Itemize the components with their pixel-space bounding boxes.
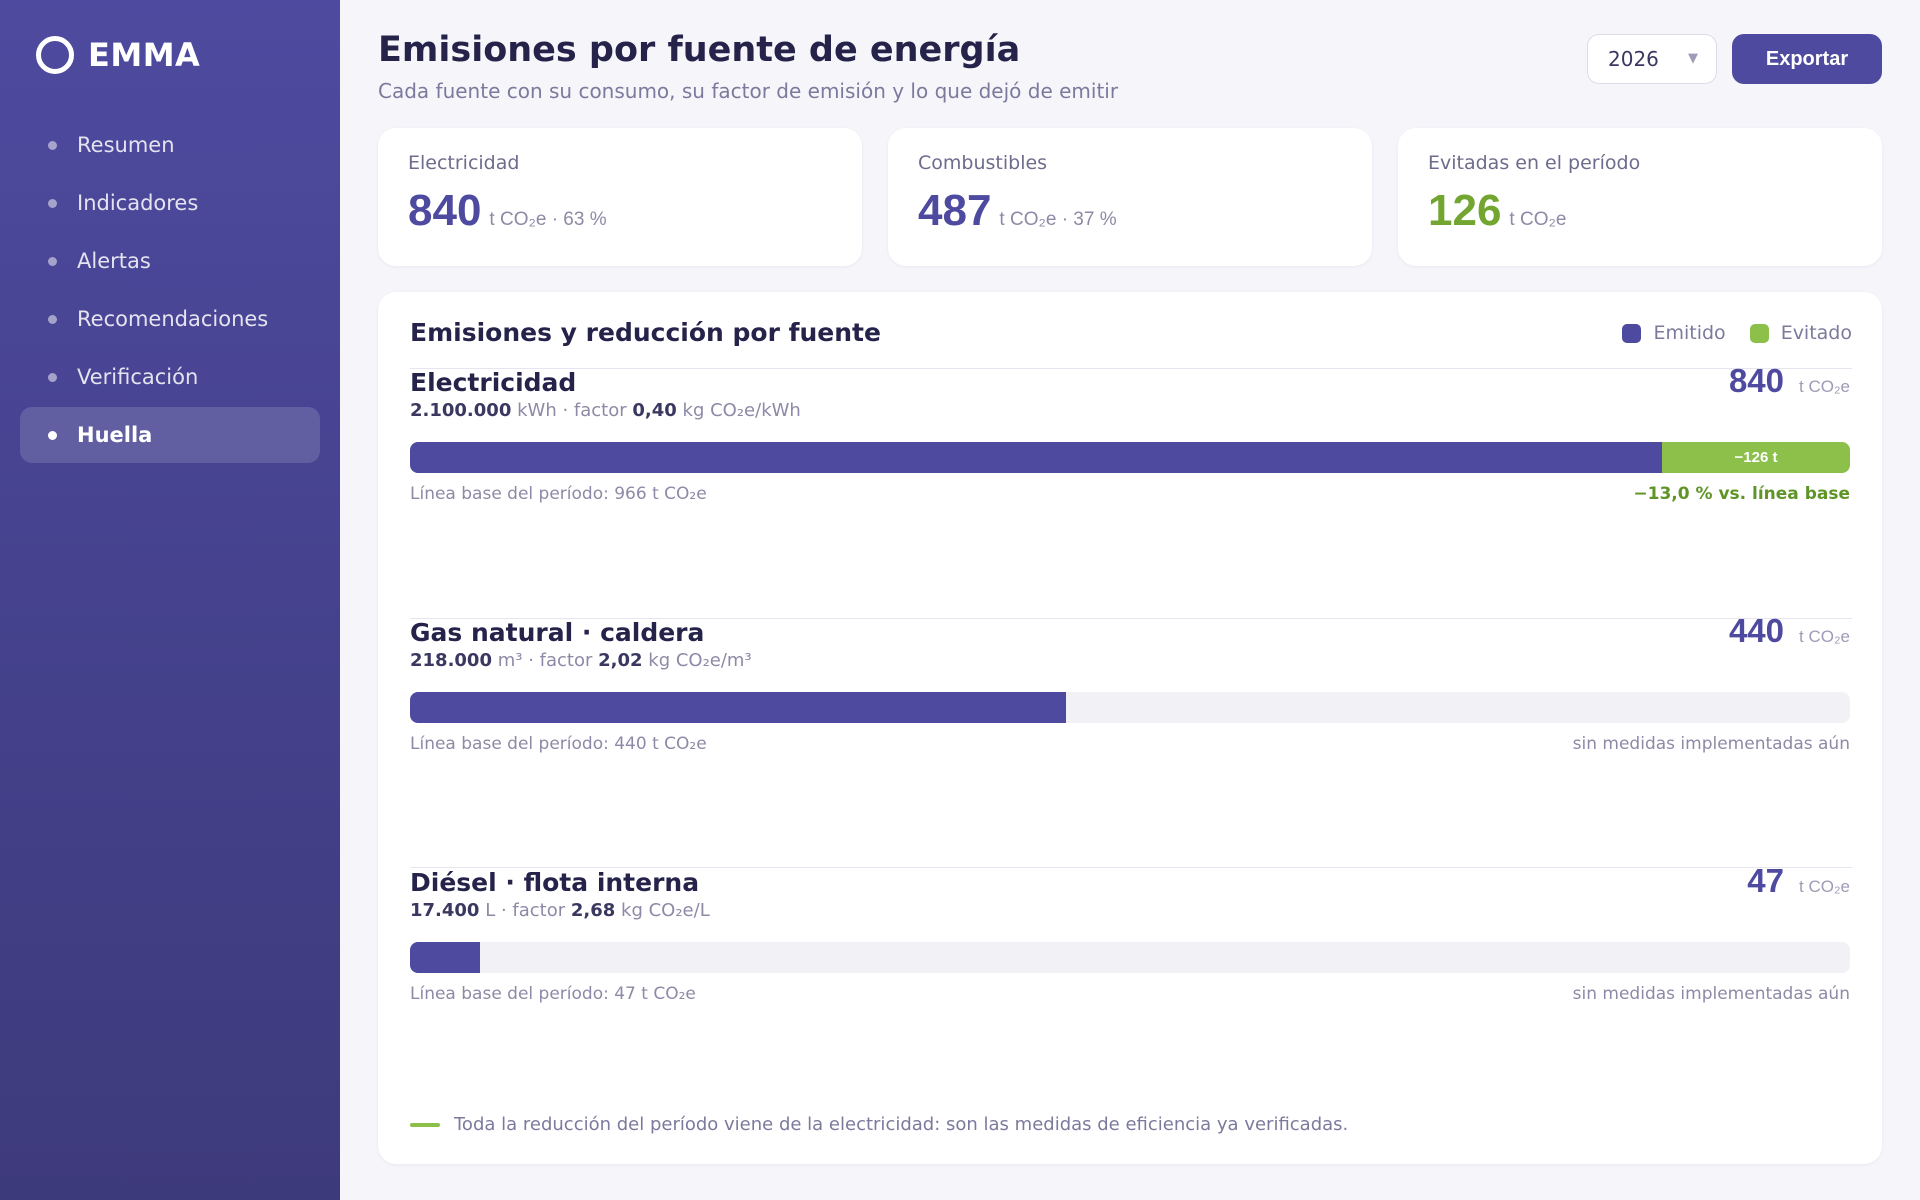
export-button[interactable]: Exportar: [1732, 34, 1882, 84]
source-name: Electricidad: [410, 368, 577, 397]
factor-value: 2,68: [570, 900, 616, 921]
sidebar-item-label: Recomendaciones: [77, 307, 269, 331]
source-meta: 2.100.000 kWh · factor 0,40 kg CO₂e/kWh: [410, 400, 801, 421]
bar-track: [410, 692, 1850, 723]
bullet-icon: [48, 140, 57, 150]
bullet-icon: [48, 372, 57, 382]
sidebar: EMMA Resumen Indicadores Alertas Recomen…: [0, 0, 340, 1200]
source-total: 47 t CO₂e: [1747, 862, 1850, 900]
bar-avoided: −126 t: [1662, 442, 1850, 473]
logo-ring-icon: [36, 36, 74, 74]
page-subtitle: Cada fuente con su consumo, su factor de…: [378, 79, 1119, 103]
sidebar-item-recomendaciones[interactable]: Recomendaciones: [20, 291, 320, 347]
bar-track: −126 t: [410, 442, 1850, 473]
source-meta: 17.400 L · factor 2,68 kg CO₂e/L: [410, 900, 710, 921]
sidebar-nav: Resumen Indicadores Alertas Recomendacio…: [20, 117, 320, 465]
sidebar-item-label: Resumen: [77, 133, 175, 157]
source-total-unit: t CO₂e: [1799, 877, 1850, 896]
source-name: Diésel · flota interna: [410, 868, 700, 897]
source-total-unit: t CO₂e: [1799, 627, 1850, 646]
source-electricidad: Electricidad 2.100.000 kWh · factor 0,40…: [410, 232, 1850, 504]
bullet-icon: [48, 198, 57, 208]
bar-emitted: [410, 442, 1662, 473]
consumption-value: 218.000: [410, 650, 492, 671]
source-total-unit: t CO₂e: [1799, 377, 1850, 396]
source-gas-natural: Gas natural · caldera 218.000 m³ · facto…: [410, 482, 1850, 754]
kpi-value: 840: [408, 186, 482, 235]
year-select[interactable]: 2026 ▼: [1587, 34, 1717, 84]
source-name: Gas natural · caldera: [410, 618, 705, 647]
consumption-unit: L: [485, 900, 496, 921]
sidebar-item-resumen[interactable]: Resumen: [20, 117, 320, 173]
kpi-value: 126: [1428, 186, 1502, 235]
source-total-value: 47: [1747, 862, 1784, 899]
source-note: sin medidas implementadas aún: [1572, 984, 1850, 1004]
sidebar-item-label: Verificación: [77, 365, 199, 389]
kpi-unit: t CO₂e · 63 %: [489, 209, 607, 230]
kpi-unit: t CO₂e: [1509, 209, 1567, 230]
factor-label: factor: [573, 400, 627, 421]
factor-unit: kg CO₂e/m³: [648, 650, 752, 671]
bar-emitted: [410, 942, 480, 973]
green-line-icon: [410, 1122, 440, 1127]
kpi-label: Evitadas en el período: [1428, 152, 1641, 174]
bar-track: [410, 942, 1850, 973]
year-value: 2026: [1608, 47, 1659, 71]
sidebar-item-label: Indicadores: [77, 191, 199, 215]
source-baseline: Línea base del período: 47 t CO₂e: [410, 984, 696, 1004]
source-total: 840 t CO₂e: [1729, 362, 1850, 400]
bar-emitted: [410, 692, 1066, 723]
brand-name: EMMA: [88, 36, 201, 74]
bullet-icon: [48, 256, 57, 266]
sidebar-item-indicadores[interactable]: Indicadores: [20, 175, 320, 231]
emissions-card: Emisiones y reducción por fuente Emitido…: [378, 292, 1882, 1164]
factor-label: factor: [512, 900, 566, 921]
factor-value: 0,40: [632, 400, 677, 421]
main-content: Emisiones por fuente de energía Cada fue…: [340, 0, 1920, 1200]
sidebar-item-alertas[interactable]: Alertas: [20, 233, 320, 289]
source-total-value: 840: [1728, 362, 1784, 399]
kpi-label: Electricidad: [408, 152, 520, 174]
consumption-unit: m³: [497, 650, 523, 671]
bullet-icon: [48, 430, 57, 440]
bullet-icon: [48, 314, 57, 324]
sidebar-item-huella[interactable]: Huella: [20, 407, 320, 463]
source-meta: 218.000 m³ · factor 2,02 kg CO₂e/m³: [410, 650, 752, 671]
consumption-value: 17.400: [410, 900, 480, 921]
kpi-label: Combustibles: [918, 152, 1048, 174]
factor-value: 2,02: [598, 650, 643, 671]
chart-footnote: Toda la reducción del período viene de l…: [410, 1114, 1348, 1135]
consumption-unit: kWh: [517, 400, 557, 421]
kpi-value: 487: [918, 186, 992, 235]
source-total-value: 440: [1728, 612, 1784, 649]
footnote-text: Toda la reducción del período viene de l…: [454, 1114, 1349, 1135]
kpi-unit: t CO₂e · 37 %: [999, 209, 1117, 230]
brand-logo[interactable]: EMMA: [36, 36, 200, 74]
sidebar-item-label: Alertas: [77, 249, 151, 273]
chevron-down-icon: ▼: [1688, 51, 1698, 66]
source-total: 440 t CO₂e: [1729, 612, 1850, 650]
factor-label: factor: [539, 650, 593, 671]
source-diesel: Diésel · flota interna 17.400 L · factor…: [410, 732, 1850, 1004]
factor-unit: kg CO₂e/L: [621, 900, 710, 921]
consumption-value: 2.100.000: [410, 400, 512, 421]
sidebar-item-label: Huella: [77, 423, 153, 447]
page-title: Emisiones por fuente de energía: [378, 30, 1021, 70]
sidebar-item-verificacion[interactable]: Verificación: [20, 349, 320, 405]
factor-unit: kg CO₂e/kWh: [682, 400, 801, 421]
